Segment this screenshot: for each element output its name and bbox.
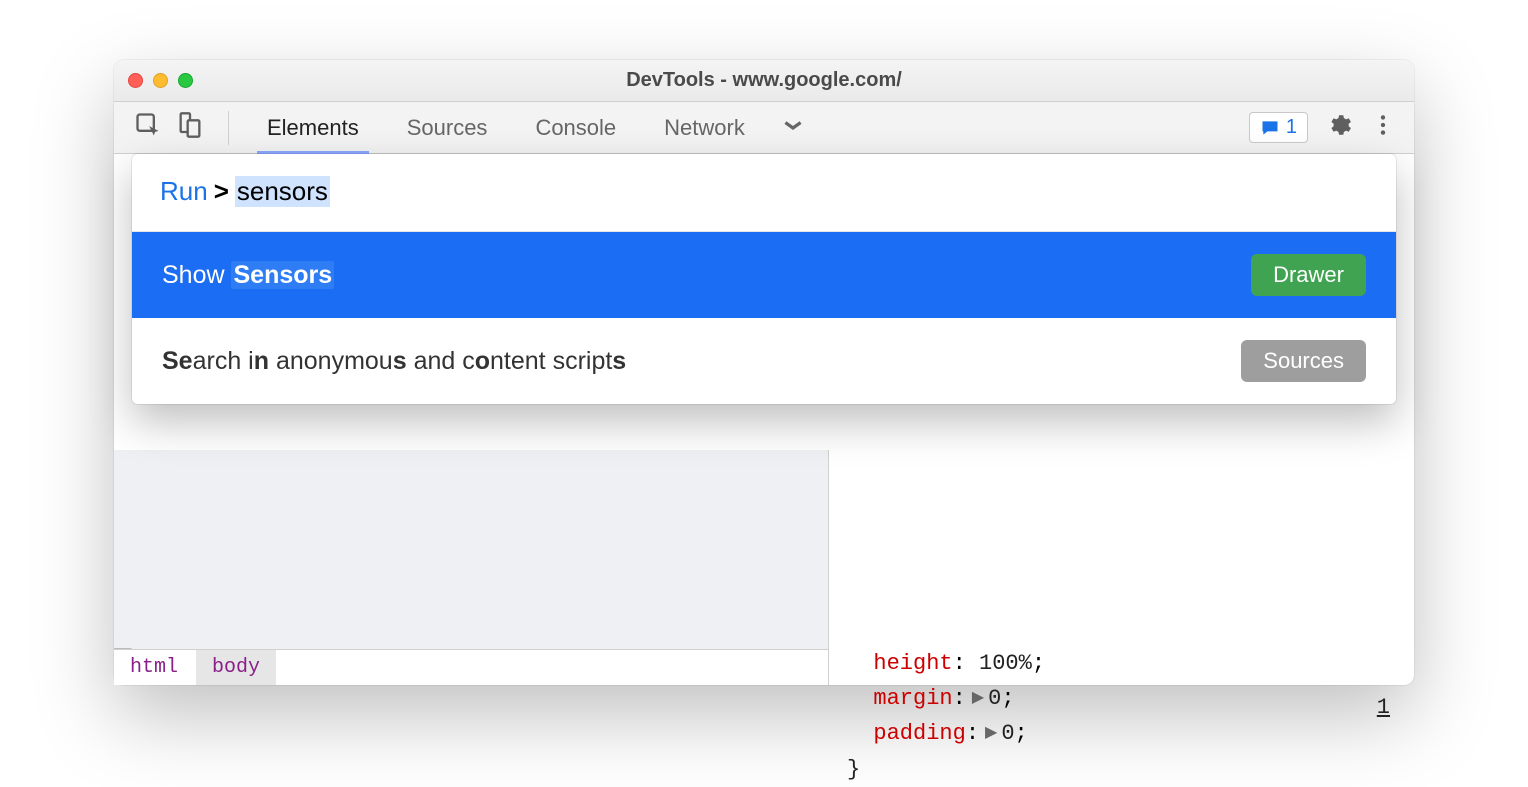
tab-label: Network — [664, 115, 745, 141]
command-result[interactable]: Search in anonymous and content scripts … — [132, 318, 1396, 404]
tab-console[interactable]: Console — [511, 102, 640, 153]
css-property: margin — [873, 681, 952, 716]
expand-triangle-icon[interactable]: ▶ — [972, 686, 984, 712]
dom-breadcrumb: html body — [114, 649, 828, 685]
result-badge: Drawer — [1251, 254, 1366, 296]
panel-tabs: Elements Sources Console Network — [243, 102, 769, 153]
command-input[interactable]: Run >sensors — [132, 154, 1396, 231]
minimize-window-icon[interactable] — [153, 73, 168, 88]
source-link[interactable]: 1 — [1377, 695, 1390, 720]
expand-triangle-icon[interactable]: ▶ — [985, 721, 997, 747]
run-label: Run — [160, 176, 208, 207]
css-value: 100% — [979, 646, 1032, 681]
breadcrumb-item[interactable]: body — [196, 650, 276, 685]
style-declaration[interactable]: margin:▶0; — [847, 681, 1396, 716]
breadcrumb-item[interactable]: html — [114, 650, 194, 685]
tab-label: Elements — [267, 115, 359, 141]
device-toggle-icon[interactable] — [176, 111, 204, 144]
command-results: Show Sensors Drawer Search in anonymous … — [132, 231, 1396, 404]
devtools-toolbar: Elements Sources Console Network 1 — [114, 102, 1414, 154]
tab-label: Console — [535, 115, 616, 141]
command-prefix: > — [214, 176, 229, 207]
style-declaration[interactable]: height: 100%; — [847, 646, 1396, 681]
tab-network[interactable]: Network — [640, 102, 769, 153]
css-value: 0 — [988, 681, 1001, 716]
css-property: height — [873, 646, 952, 681]
tab-sources[interactable]: Sources — [383, 102, 512, 153]
window-titlebar: DevTools - www.google.com/ — [114, 60, 1414, 102]
css-value: 0 — [1001, 716, 1014, 751]
tab-elements[interactable]: Elements — [243, 102, 383, 153]
close-window-icon[interactable] — [128, 73, 143, 88]
toolbar-separator — [228, 111, 229, 145]
dom-tree-panel[interactable]: … NT;hWT9Jb:.CLIENT;WCulWe:.CLIENT;VM 8b… — [114, 450, 829, 685]
css-property: padding — [873, 716, 965, 751]
style-declaration[interactable]: padding:▶0; — [847, 716, 1396, 751]
css-close-brace: } — [847, 752, 1396, 787]
messages-count: 1 — [1286, 116, 1297, 139]
messages-badge[interactable]: 1 — [1249, 112, 1308, 143]
message-icon — [1260, 118, 1280, 138]
tab-label: Sources — [407, 115, 488, 141]
result-badge: Sources — [1241, 340, 1366, 382]
window-title: DevTools - www.google.com/ — [114, 69, 1414, 92]
more-tabs-icon[interactable] — [777, 115, 809, 141]
result-label: Show Sensors — [162, 261, 334, 290]
maximize-window-icon[interactable] — [178, 73, 193, 88]
command-query: sensors — [235, 176, 330, 207]
panels-area: … NT;hWT9Jb:.CLIENT;WCulWe:.CLIENT;VM 8b… — [114, 450, 1414, 685]
traffic-lights — [128, 73, 193, 88]
command-result[interactable]: Show Sensors Drawer — [132, 232, 1396, 318]
result-label: Search in anonymous and content scripts — [162, 347, 626, 376]
command-palette: Run >sensors Show Sensors Drawer Search … — [132, 154, 1396, 404]
devtools-window: DevTools - www.google.com/ Elements Sour… — [114, 60, 1414, 685]
kebab-menu-icon[interactable] — [1370, 112, 1396, 143]
settings-gear-icon[interactable] — [1326, 112, 1352, 143]
inspect-element-icon[interactable] — [134, 111, 162, 144]
styles-panel[interactable]: height: 100%; margin:▶0; padding:▶0; } 1 — [829, 450, 1414, 685]
